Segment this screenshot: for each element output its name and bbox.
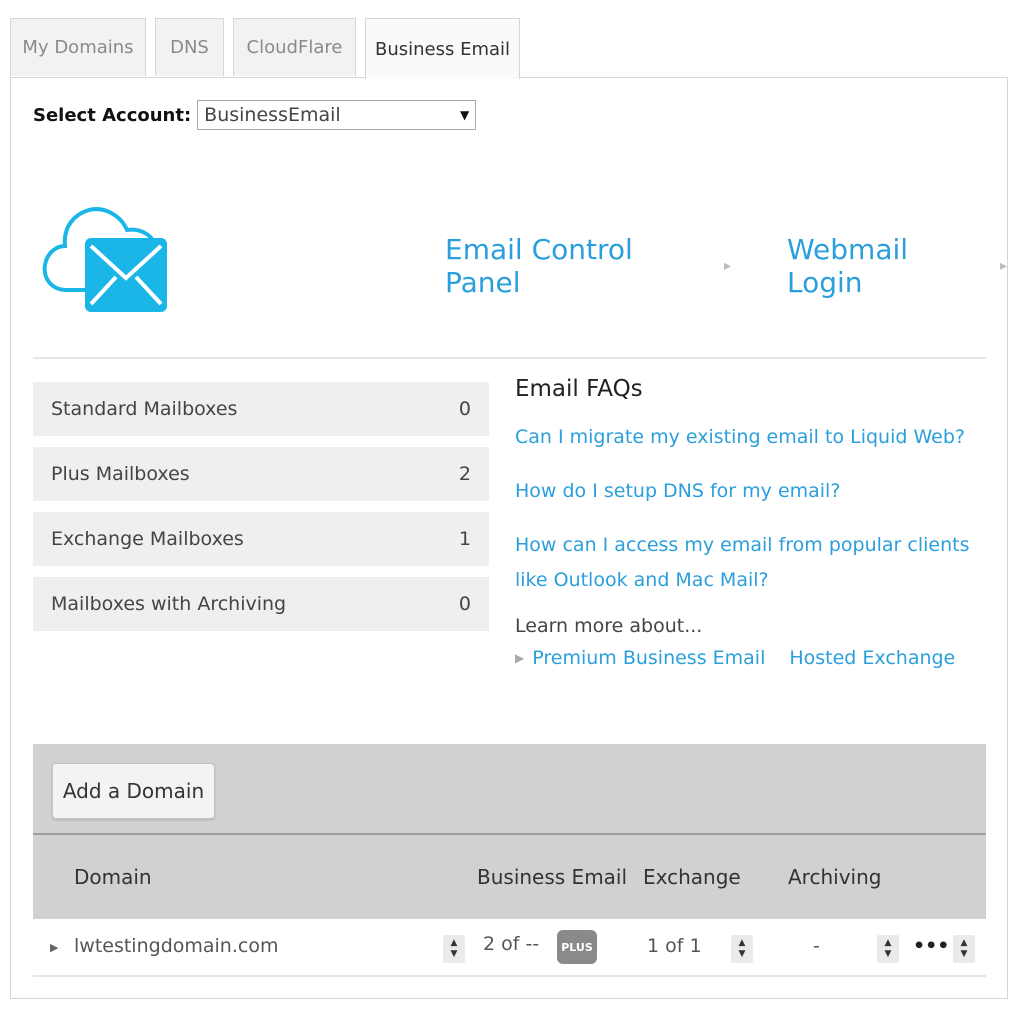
stat-value: 0 <box>458 398 471 420</box>
arrow-right-icon: ▸ <box>999 258 1007 274</box>
arrow-right-icon: ▸ <box>723 258 731 274</box>
column-header-domain[interactable]: Domain <box>74 865 152 889</box>
cloud-mail-icon <box>42 207 167 312</box>
stat-label: Mailboxes with Archiving <box>51 593 287 615</box>
stat-archiving-mailboxes: Mailboxes with Archiving 0 <box>33 577 489 631</box>
stat-value: 0 <box>458 593 471 615</box>
stat-label: Plus Mailboxes <box>51 463 190 485</box>
faq-title: Email FAQs <box>515 376 643 402</box>
dropdown-arrow-icon: ▼ <box>459 108 470 122</box>
archiving-count: - <box>813 935 820 957</box>
column-header-exchange[interactable]: Exchange <box>643 865 741 889</box>
table-header: Domain Business Email Exchange Archiving <box>33 835 986 919</box>
mailbox-stats: Standard Mailboxes 0 Plus Mailboxes 2 Ex… <box>33 382 489 642</box>
expand-row-icon[interactable]: ▶ <box>50 941 58 954</box>
tab-dns[interactable]: DNS <box>155 18 224 76</box>
business-email-count: 2 of -- <box>483 933 540 955</box>
tab-cloudflare[interactable]: CloudFlare <box>233 18 356 76</box>
stat-exchange-mailboxes: Exchange Mailboxes 1 <box>33 512 489 566</box>
exchange-count: 1 of 1 <box>647 935 702 957</box>
table-row: ▶ lwtestingdomain.com ▲ ▼ 2 of -- PLUS 1 … <box>33 919 986 977</box>
add-domain-button[interactable]: Add a Domain <box>52 763 215 819</box>
archiving-stepper[interactable]: ▲ ▼ <box>877 935 899 963</box>
learn-more-links: ▶ Premium Business Email Hosted Exchange <box>515 647 985 669</box>
faq-link-migrate[interactable]: Can I migrate my existing email to Liqui… <box>515 420 985 455</box>
plus-badge: PLUS <box>557 930 597 964</box>
webmail-login-link[interactable]: Webmail Login ▸ <box>787 233 1007 299</box>
tab-business-email[interactable]: Business Email <box>365 18 520 79</box>
header-links: Email Control Panel ▸ Webmail Login ▸ <box>445 233 1007 299</box>
section-divider <box>33 357 986 359</box>
domain-toolbar: Add a Domain <box>33 744 986 835</box>
email-control-panel-link[interactable]: Email Control Panel ▸ <box>445 233 731 299</box>
row-stepper[interactable]: ▲ ▼ <box>953 935 975 963</box>
exchange-stepper[interactable]: ▲ ▼ <box>731 935 753 963</box>
stat-standard-mailboxes: Standard Mailboxes 0 <box>33 382 489 436</box>
tab-my-domains[interactable]: My Domains <box>10 18 146 76</box>
email-faqs: Email FAQs Can I migrate my existing ema… <box>515 376 985 669</box>
premium-business-email-link[interactable]: Premium Business Email <box>532 647 765 669</box>
more-options-icon[interactable]: ••• <box>913 935 949 957</box>
faq-link-dns-setup[interactable]: How do I setup DNS for my email? <box>515 474 985 509</box>
triangle-right-icon: ▶ <box>515 651 525 665</box>
stat-value: 1 <box>458 528 471 550</box>
account-select[interactable]: BusinessEmail ▼ <box>197 100 477 130</box>
business-email-panel: Select Account: BusinessEmail ▼ Email Co… <box>10 77 1008 999</box>
stat-plus-mailboxes: Plus Mailboxes 2 <box>33 447 489 501</box>
column-header-business-email[interactable]: Business Email <box>477 865 627 889</box>
faq-link-email-clients[interactable]: How can I access my email from popular c… <box>515 528 985 598</box>
email-control-panel-label: Email Control Panel <box>445 233 633 299</box>
stat-value: 2 <box>458 463 471 485</box>
stat-label: Standard Mailboxes <box>51 398 238 420</box>
stat-label: Exchange Mailboxes <box>51 528 244 550</box>
learn-more-label: Learn more about... <box>515 615 703 637</box>
hosted-exchange-link[interactable]: Hosted Exchange <box>789 647 955 669</box>
webmail-login-label: Webmail Login <box>787 233 909 299</box>
domain-name[interactable]: lwtestingdomain.com <box>74 935 278 957</box>
select-account-label: Select Account: <box>33 104 192 126</box>
account-select-value: BusinessEmail <box>204 104 341 126</box>
account-selector: Select Account: BusinessEmail ▼ <box>33 100 477 130</box>
business-email-stepper[interactable]: ▲ ▼ <box>443 935 465 963</box>
column-header-archiving[interactable]: Archiving <box>788 865 881 889</box>
